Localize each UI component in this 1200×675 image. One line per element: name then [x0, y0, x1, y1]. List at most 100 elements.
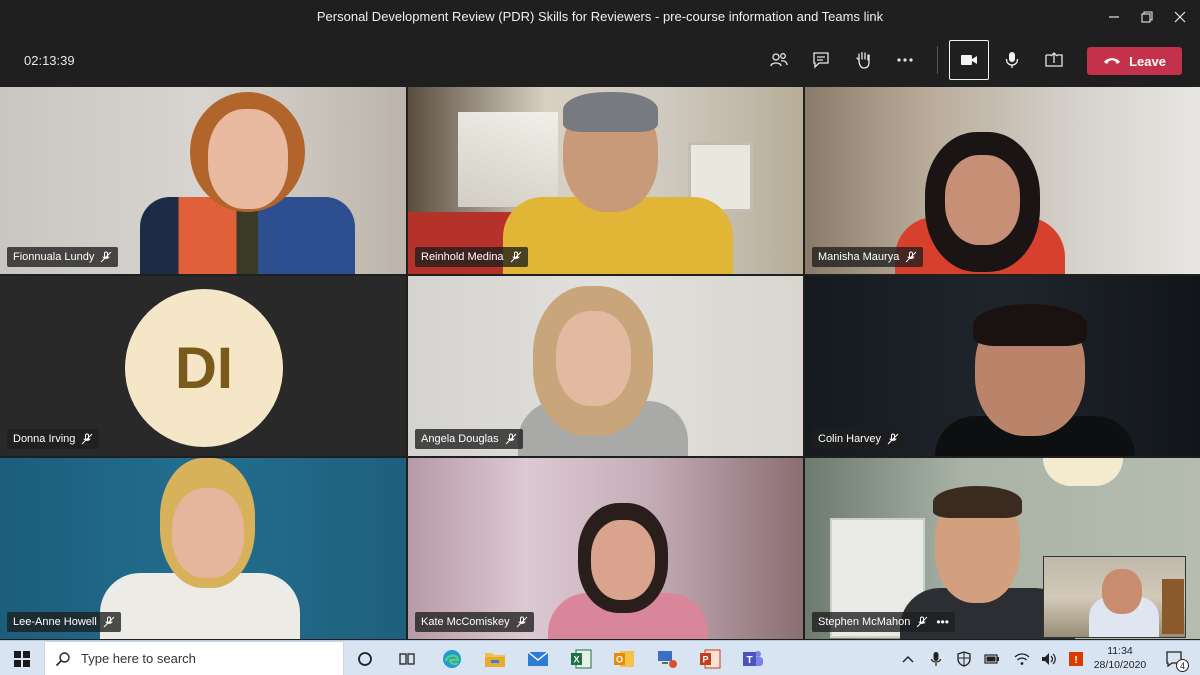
minimize-icon: [1109, 16, 1119, 18]
mic-muted-icon: [905, 251, 917, 263]
participant-video: [458, 112, 558, 207]
participant-tile[interactable]: Angela Douglas: [408, 276, 803, 456]
self-view-video[interactable]: [1043, 556, 1186, 638]
outlook-icon: O: [614, 651, 634, 667]
svg-text:X: X: [573, 655, 579, 665]
participant-tile[interactable]: Colin Harvey: [805, 276, 1200, 456]
tray-office-alert[interactable]: !: [1064, 641, 1088, 675]
participant-tile[interactable]: Reinhold Medina: [408, 87, 803, 274]
search-placeholder: Type here to search: [81, 651, 196, 666]
powerpoint-icon: P: [700, 649, 721, 669]
task-view-icon: [399, 653, 415, 665]
taskbar-powerpoint[interactable]: P: [692, 644, 728, 674]
taskbar-remote-desktop[interactable]: [649, 644, 685, 674]
participant-tile[interactable]: Fionnuala Lundy: [0, 87, 406, 274]
participant-name-tag: Angela Douglas: [415, 429, 523, 449]
share-screen-button[interactable]: [1034, 40, 1074, 80]
participant-name: Kate McComiskey: [421, 616, 510, 628]
more-actions-button[interactable]: [885, 40, 925, 80]
task-view-button[interactable]: [389, 644, 425, 674]
camera-toggle-button[interactable]: [949, 40, 989, 80]
avatar: DI: [125, 289, 283, 447]
edge-browser-icon: [443, 650, 461, 668]
mic-muted-icon: [887, 433, 899, 445]
participant-video: [208, 109, 288, 209]
microphone-icon: [1005, 52, 1019, 68]
speaker-icon: [1042, 652, 1056, 665]
participant-name-tag: Fionnuala Lundy: [7, 247, 119, 267]
taskbar-excel[interactable]: X: [563, 644, 599, 674]
meeting-timer: 02:13:39: [24, 53, 75, 68]
self-view-furniture: [1162, 579, 1184, 634]
participant-video: [591, 520, 655, 600]
clock-date: 28/10/2020: [1093, 659, 1147, 671]
tray-microphone[interactable]: [924, 641, 948, 675]
title-bar: Personal Development Review (PDR) Skills…: [0, 0, 1200, 34]
participant-name: Manisha Maurya: [818, 251, 900, 263]
window-title: Personal Development Review (PDR) Skills…: [316, 9, 884, 24]
participant-name: Angela Douglas: [421, 433, 499, 445]
tray-wifi[interactable]: [1010, 641, 1034, 675]
notification-count-badge: 4: [1176, 659, 1189, 672]
battery-icon: [984, 653, 999, 664]
clock-time: 11:34: [1107, 645, 1133, 657]
close-button[interactable]: [1160, 0, 1200, 34]
participant-name-tag: Reinhold Medina: [415, 247, 528, 267]
action-center-button[interactable]: 4: [1158, 641, 1190, 675]
windows-logo-icon: [14, 650, 30, 667]
participant-tile[interactable]: Manisha Maurya: [805, 87, 1200, 274]
mic-muted-icon: [516, 616, 527, 628]
hand-icon: [856, 51, 870, 69]
participant-tile[interactable]: Kate McComiskey: [408, 458, 803, 639]
teams-icon: T: [743, 651, 763, 666]
microphone-toggle-button[interactable]: [992, 40, 1032, 80]
participant-video: [933, 486, 1022, 518]
more-icon: [897, 58, 913, 62]
participant-name: Fionnuala Lundy: [13, 251, 95, 263]
participant-name: Colin Harvey: [818, 433, 881, 445]
tray-volume[interactable]: [1037, 641, 1061, 675]
mic-muted-icon: [916, 616, 928, 628]
excel-icon: X: [571, 649, 592, 669]
taskbar-edge[interactable]: [434, 644, 470, 674]
remote-desktop-icon: [658, 651, 677, 668]
cortana-button[interactable]: [347, 644, 383, 674]
taskbar-clock[interactable]: 11:34 28/10/2020: [1090, 644, 1150, 672]
mic-muted-icon: [510, 251, 521, 263]
folder-icon: [485, 653, 505, 667]
taskbar-teams[interactable]: T: [735, 644, 771, 674]
meeting-controls-bar: 02:13:39 Leave: [0, 34, 1200, 86]
participant-video: [973, 304, 1087, 346]
start-button[interactable]: [0, 641, 44, 675]
camera-icon: [961, 55, 977, 65]
participant-tile[interactable]: Lee-Anne Howell: [0, 458, 406, 639]
shield-icon: [957, 650, 971, 667]
svg-text:O: O: [616, 655, 623, 665]
leave-button[interactable]: Leave: [1087, 47, 1182, 75]
participant-name-tag: Donna Irving: [7, 429, 100, 449]
taskbar-search-box[interactable]: Type here to search: [44, 641, 344, 675]
hang-up-icon: [1104, 58, 1121, 64]
share-icon: [1045, 52, 1063, 67]
raise-hand-button[interactable]: [843, 40, 883, 80]
participant-name-tag: Lee-Anne Howell: [7, 612, 121, 632]
search-icon: [55, 651, 70, 666]
taskbar-mail[interactable]: [520, 644, 556, 674]
windows-taskbar: Type here to search X O P T ! 11:34 28/1…: [0, 640, 1200, 675]
taskbar-outlook[interactable]: O: [606, 644, 642, 674]
svg-text:T: T: [746, 655, 752, 666]
tray-security[interactable]: [952, 641, 976, 675]
show-hidden-icons-button[interactable]: [897, 641, 919, 675]
participant-name-tag: Manisha Maurya: [812, 247, 924, 267]
participant-tile[interactable]: DI Donna Irving: [0, 276, 406, 456]
leave-label: Leave: [1129, 53, 1166, 69]
office-alert-icon: !: [1069, 651, 1083, 666]
participants-button[interactable]: [759, 40, 799, 80]
participant-more-options-icon[interactable]: •••: [936, 615, 949, 629]
chat-button[interactable]: [801, 40, 841, 80]
taskbar-file-explorer[interactable]: [477, 644, 513, 674]
participant-video: [172, 488, 244, 578]
participant-name: Stephen McMahon: [818, 616, 911, 628]
tray-battery[interactable]: [980, 641, 1004, 675]
participant-name-tag: Colin Harvey: [812, 429, 905, 449]
